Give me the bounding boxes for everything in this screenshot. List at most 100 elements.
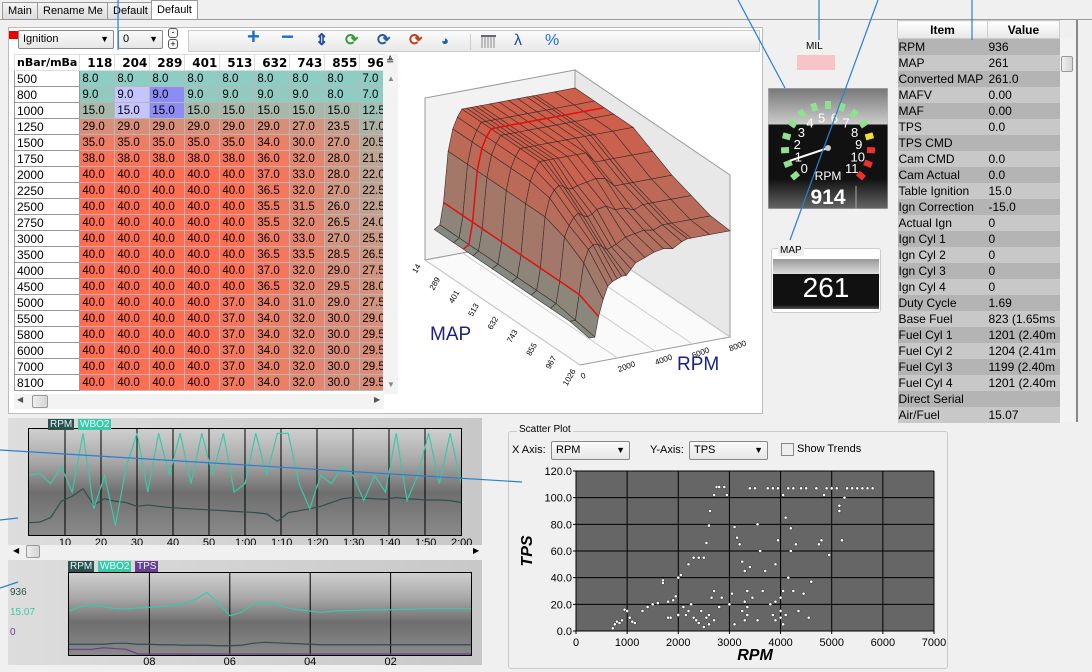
table-cell[interactable]: 40.0 — [149, 246, 186, 263]
table-cell[interactable]: 40.0 — [114, 182, 151, 199]
cycle-icon[interactable]: ⟳ — [409, 32, 422, 50]
legend-rpm[interactable]: RPM — [68, 561, 95, 572]
refresh-icon[interactable]: ⟳ — [345, 32, 358, 50]
recent-chart[interactable] — [68, 572, 472, 656]
table-cell[interactable]: 29.0 — [254, 118, 291, 135]
table-cell[interactable]: 37.0 — [254, 166, 291, 183]
sort-icon[interactable]: ≜ — [386, 56, 394, 67]
rpm-row-label[interactable]: 800 — [13, 86, 81, 103]
table-cell[interactable]: 31.5 — [289, 198, 326, 215]
table-cell[interactable]: 40.0 — [219, 230, 256, 247]
rpm-row-label[interactable]: 5500 — [13, 310, 81, 327]
table-cell[interactable]: 40.0 — [184, 374, 221, 391]
live-data-row[interactable]: MAF 0.00 — [897, 102, 1060, 119]
table-cell[interactable]: 40.0 — [114, 294, 151, 311]
rpm-row-label[interactable]: 6000 — [13, 342, 81, 359]
rpm-row-label[interactable]: 2750 — [13, 214, 81, 231]
table-cell[interactable]: 40.0 — [184, 214, 221, 231]
tab-main[interactable]: Main — [2, 2, 38, 19]
minus-icon[interactable]: − — [281, 26, 294, 48]
tab-default-1[interactable]: Default — [107, 2, 154, 19]
table-cell[interactable]: 32.0 — [289, 326, 326, 343]
rpm-row-label[interactable]: 5800 — [13, 326, 81, 343]
table-cell[interactable]: 40.0 — [114, 166, 151, 183]
table-cell[interactable]: 40.0 — [114, 310, 151, 327]
table-cell[interactable]: 36.5 — [254, 182, 291, 199]
plus-icon[interactable]: + — [247, 26, 260, 48]
table-cell[interactable]: 29.0 — [79, 118, 116, 135]
table-cell[interactable]: 30.0 — [324, 326, 361, 343]
map-column-header[interactable]: 401 — [184, 54, 221, 71]
live-data-row[interactable]: Ign Cyl 40 — [897, 278, 1060, 295]
live-data-row[interactable]: Duty Cycle 1.69 — [897, 294, 1060, 311]
table-cell[interactable]: 38.0 — [79, 150, 116, 167]
table-cell[interactable]: 40.0 — [79, 230, 116, 247]
table-cell[interactable]: 40.0 — [184, 278, 221, 295]
table-cell[interactable]: 29.0 — [149, 118, 186, 135]
table-cell[interactable]: 35.0 — [79, 134, 116, 151]
table-cell[interactable]: 40.0 — [149, 182, 186, 199]
live-data-row[interactable]: Actual Ign 0 — [897, 214, 1060, 231]
legend-rpm[interactable]: RPM — [48, 419, 75, 430]
table-cell[interactable]: 40.0 — [79, 342, 116, 359]
refresh-r-icon[interactable]: ⟳ — [377, 32, 390, 50]
table-cell[interactable]: 29.0 — [324, 262, 361, 279]
table-cell[interactable]: 32.0 — [289, 374, 326, 391]
value-select[interactable]: 0 ▼ — [118, 30, 163, 49]
table-cell[interactable]: 9.0 — [289, 86, 326, 103]
table-cell[interactable]: 40.0 — [149, 262, 186, 279]
grid-icon[interactable] — [481, 35, 496, 48]
table-cell[interactable]: 30.0 — [324, 310, 361, 327]
scroll-left-icon[interactable]: ◀ — [17, 395, 23, 404]
table-cell[interactable]: 37.0 — [219, 374, 256, 391]
table-cell[interactable]: 9.0 — [254, 86, 291, 103]
scroll-thumb[interactable] — [1061, 56, 1073, 72]
rpm-row-label[interactable]: 1250 — [13, 118, 81, 135]
table-cell[interactable]: 40.0 — [114, 326, 151, 343]
table-vertical-scrollbar[interactable]: ≜ ▲ ▼ — [383, 54, 398, 394]
table-cell[interactable]: 40.0 — [184, 198, 221, 215]
rpm-row-label[interactable]: 3000 — [13, 230, 81, 247]
decrement-button[interactable]: - — [168, 28, 178, 38]
table-cell[interactable]: 15.0 — [324, 102, 361, 119]
scroll-thumb[interactable] — [26, 545, 40, 558]
live-data-row[interactable]: Fuel Cyl 4 1201 (2.40m — [897, 374, 1060, 391]
table-cell[interactable]: 9.0 — [184, 86, 221, 103]
map-column-header[interactable]: 632 — [254, 54, 291, 71]
table-cell[interactable]: 40.0 — [219, 262, 256, 279]
table-cell[interactable]: 40.0 — [184, 294, 221, 311]
scroll-right-icon[interactable]: ▶ — [374, 395, 380, 404]
table-cell[interactable]: 32.0 — [289, 342, 326, 359]
table-cell[interactable]: 37.0 — [219, 294, 256, 311]
map-column-header[interactable]: 204 — [114, 54, 151, 71]
table-cell[interactable]: 40.0 — [79, 278, 116, 295]
table-cell[interactable]: 40.0 — [184, 262, 221, 279]
live-data-row[interactable]: Ign Correction -15.0 — [897, 198, 1060, 215]
table-cell[interactable]: 27.0 — [324, 230, 361, 247]
table-cell[interactable]: 40.0 — [184, 182, 221, 199]
table-cell[interactable]: 37.0 — [219, 342, 256, 359]
table-cell[interactable]: 8.0 — [184, 70, 221, 87]
rpm-row-label[interactable]: 2250 — [13, 182, 81, 199]
table-cell[interactable]: 8.0 — [254, 70, 291, 87]
percent-icon[interactable]: % — [545, 32, 559, 50]
table-cell[interactable]: 40.0 — [114, 198, 151, 215]
map-column-header[interactable]: 513 — [219, 54, 256, 71]
table-cell[interactable]: 40.0 — [184, 166, 221, 183]
live-data-row[interactable]: Converted MAP 261.0 — [897, 70, 1060, 87]
table-cell[interactable]: 34.0 — [254, 358, 291, 375]
live-table-scrollbar[interactable] — [1060, 38, 1074, 422]
table-cell[interactable]: 40.0 — [114, 358, 151, 375]
table-cell[interactable]: 15.0 — [114, 102, 151, 119]
increment-button[interactable]: + — [168, 39, 178, 49]
live-data-row[interactable]: RPM 936 — [897, 38, 1060, 55]
map-column-header[interactable]: 743 — [289, 54, 326, 71]
table-cell[interactable]: 15.0 — [184, 102, 221, 119]
live-data-row[interactable]: Ign Cyl 30 — [897, 262, 1060, 279]
table-cell[interactable]: 36.0 — [254, 230, 291, 247]
x-axis-select[interactable]: RPM ▼ — [551, 441, 630, 460]
table-cell[interactable]: 27.0 — [324, 134, 361, 151]
live-data-row[interactable]: Base Fuel 823 (1.65ms — [897, 310, 1060, 327]
table-cell[interactable]: 40.0 — [114, 214, 151, 231]
table-cell[interactable]: 40.0 — [149, 230, 186, 247]
